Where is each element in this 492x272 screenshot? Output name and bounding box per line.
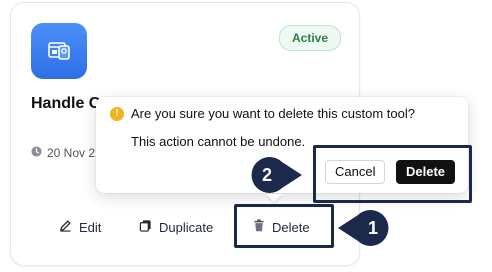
tool-app-icon (31, 23, 87, 79)
popover-arrow (266, 194, 282, 202)
warning-icon: ! (110, 107, 124, 121)
edit-button[interactable]: Edit (59, 219, 101, 235)
popover-title: Are you sure you want to delete this cus… (131, 106, 415, 121)
delete-highlight-box (234, 204, 334, 248)
duplicate-label: Duplicate (159, 219, 214, 235)
edit-icon (59, 219, 72, 235)
duplicate-button[interactable]: Duplicate (139, 219, 213, 235)
step-number-1: 1 (367, 218, 378, 238)
created-date: 20 Nov 2 (31, 146, 95, 160)
step-number-2: 2 (261, 165, 272, 185)
status-badge: Active (279, 25, 342, 51)
tool-title: Handle C (31, 95, 101, 112)
edit-label: Edit (79, 219, 102, 235)
clock-icon (31, 146, 42, 160)
popover-description: This action cannot be undone. (131, 134, 306, 149)
step-marker-2: 2 (248, 157, 304, 193)
duplicate-icon (139, 219, 152, 235)
confirm-highlight-box (313, 145, 472, 203)
date-text: 20 Nov 2 (47, 146, 96, 160)
screen: Active Handle C 20 Nov 2 Edit Duplicate … (0, 0, 492, 272)
step-marker-1: 1 (336, 210, 392, 246)
